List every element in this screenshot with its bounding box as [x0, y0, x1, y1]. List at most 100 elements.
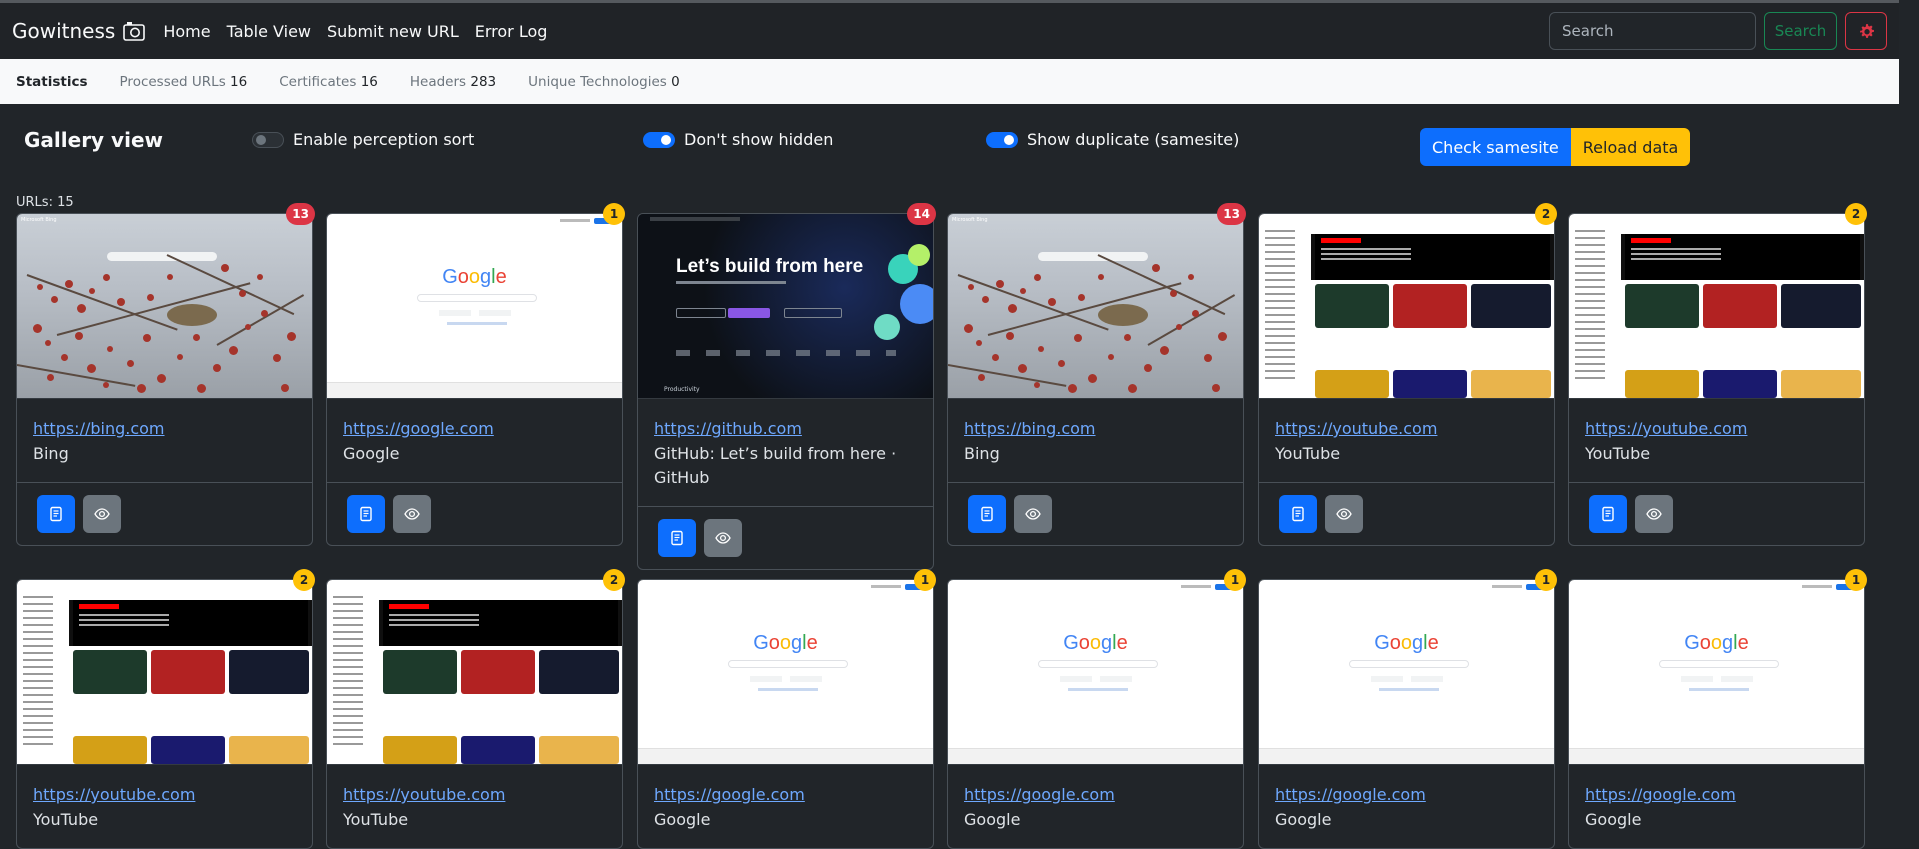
card-page-title: YouTube — [343, 810, 409, 829]
sidebar-line — [1265, 279, 1295, 281]
details-button[interactable] — [968, 495, 1006, 533]
google-logo-letter: G — [1374, 632, 1390, 654]
youtube-sidebar — [327, 590, 379, 764]
sidebar-line — [23, 729, 53, 731]
google-button — [1060, 676, 1092, 682]
video-thumbnail — [73, 650, 147, 694]
screenshot-thumbnail[interactable]: Microsoft Bing — [948, 214, 1243, 398]
search-input[interactable] — [1549, 12, 1756, 50]
screenshot-thumbnail[interactable] — [327, 580, 622, 764]
card-url-link[interactable]: https://youtube.com — [1585, 419, 1848, 438]
video-thumbnail — [151, 736, 225, 764]
card-body: https://youtube.com YouTube — [327, 764, 622, 848]
sidebar-line — [333, 680, 363, 682]
screenshot-thumbnail[interactable] — [1259, 214, 1554, 398]
berry-shape — [213, 364, 221, 372]
settings-button[interactable] — [1845, 12, 1887, 50]
details-button[interactable] — [1589, 495, 1627, 533]
screenshot-card: 2 https://youtube.com YouTube — [1568, 203, 1867, 546]
google-button — [1721, 676, 1753, 682]
check-samesite-button[interactable]: Check samesite — [1420, 128, 1571, 166]
screenshot-thumbnail[interactable]: Let’s build from here Productivity — [638, 214, 933, 398]
card-url-link[interactable]: https://google.com — [343, 419, 606, 438]
sidebar-line — [333, 617, 363, 619]
card-url-link[interactable]: https://google.com — [1585, 785, 1848, 804]
view-button[interactable] — [1325, 495, 1363, 533]
toggle-show-duplicate[interactable]: Show duplicate (samesite) — [986, 130, 1239, 149]
stat-label: Certificates — [279, 73, 357, 90]
document-icon — [1292, 506, 1304, 522]
screenshot-thumbnail[interactable]: Google — [948, 580, 1243, 764]
card-url-link[interactable]: https://youtube.com — [33, 785, 296, 804]
google-logo-letter: e — [1116, 632, 1128, 654]
berry-shape — [47, 374, 54, 381]
sidebar-line — [1265, 321, 1295, 323]
google-logo-letter: e — [495, 266, 507, 288]
details-button[interactable] — [37, 495, 75, 533]
toggle-dont-show-hidden[interactable]: Don't show hidden — [643, 130, 833, 149]
berry-shape — [1018, 364, 1027, 373]
card-body: https://google.com Google — [1569, 764, 1864, 848]
screenshot-thumbnail[interactable] — [17, 580, 312, 764]
search-button[interactable]: Search — [1764, 12, 1837, 50]
stat-label: Processed URLs — [119, 73, 226, 90]
view-button[interactable] — [1014, 495, 1052, 533]
sidebar-line — [1265, 307, 1295, 309]
brand-label[interactable]: Gowitness — [12, 19, 115, 43]
card-page-title: GitHub: Let’s build from here · GitHub — [654, 444, 897, 487]
berry-shape — [177, 354, 183, 360]
switch[interactable] — [252, 131, 284, 148]
sidebar-line — [333, 659, 363, 661]
card-url-link[interactable]: https://google.com — [964, 785, 1227, 804]
details-button[interactable] — [1279, 495, 1317, 533]
nav-error-log[interactable]: Error Log — [475, 22, 548, 41]
brand[interactable]: Gowitness — [12, 19, 146, 43]
berry-shape — [257, 274, 263, 280]
screenshot-thumbnail[interactable]: Microsoft Bing — [17, 214, 312, 398]
nav-submit-url[interactable]: Submit new URL — [327, 22, 459, 41]
nav-table-view[interactable]: Table View — [227, 22, 311, 41]
sidebar-line — [333, 708, 363, 710]
google-top-links — [1802, 585, 1832, 588]
sidebar-line — [23, 736, 53, 738]
sidebar-line — [1265, 328, 1295, 330]
card-url-link[interactable]: https://youtube.com — [343, 785, 606, 804]
count-badge: 13 — [286, 203, 315, 225]
switch[interactable] — [986, 131, 1018, 148]
screenshot-thumbnail[interactable]: Google — [1259, 580, 1554, 764]
google-top-links — [1181, 585, 1211, 588]
switch[interactable] — [643, 131, 675, 148]
toggle-perception-sort[interactable]: Enable perception sort — [252, 130, 474, 149]
card-url-link[interactable]: https://bing.com — [964, 419, 1227, 438]
video-thumbnail — [461, 650, 535, 694]
sidebar-line — [1265, 377, 1295, 379]
view-button[interactable] — [83, 495, 121, 533]
google-top-links — [871, 585, 901, 588]
screenshot-thumbnail[interactable]: Google — [638, 580, 933, 764]
sidebar-line — [333, 666, 363, 668]
banner-text-line — [1631, 248, 1721, 250]
view-button[interactable] — [704, 519, 742, 557]
card-url-link[interactable]: https://bing.com — [33, 419, 296, 438]
view-button[interactable] — [1635, 495, 1673, 533]
details-button[interactable] — [658, 519, 696, 557]
view-button[interactable] — [393, 495, 431, 533]
google-logo: Google — [1569, 632, 1864, 655]
count-badge: 1 — [914, 569, 936, 591]
details-button[interactable] — [347, 495, 385, 533]
card-url-link[interactable]: https://youtube.com — [1275, 419, 1538, 438]
card-url-link[interactable]: https://google.com — [654, 785, 917, 804]
screenshot-thumbnail[interactable]: Google — [327, 214, 622, 398]
screenshot-thumbnail[interactable]: Google — [1569, 580, 1864, 764]
card-url-link[interactable]: https://google.com — [1275, 785, 1538, 804]
berry-shape — [65, 280, 73, 288]
banner-text-line — [1321, 258, 1411, 260]
sidebar-line — [23, 638, 53, 640]
google-search-bar — [417, 294, 537, 302]
reload-data-button[interactable]: Reload data — [1570, 128, 1691, 166]
sidebar-line — [333, 715, 363, 717]
screenshot-thumbnail[interactable] — [1569, 214, 1864, 398]
nav-home[interactable]: Home — [163, 22, 210, 41]
card-url-link[interactable]: https://github.com — [654, 419, 917, 438]
stat-label: Unique Technologies — [528, 73, 667, 90]
